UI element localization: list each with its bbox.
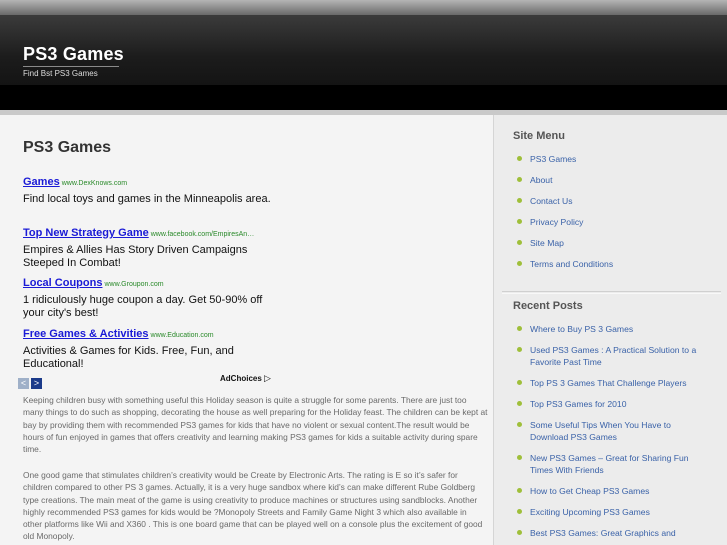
bullet-icon [517,240,522,245]
bullet-icon [517,380,522,385]
bullet-icon [517,530,522,535]
ad-url[interactable]: www.DexKnows.com [62,180,127,187]
article-paragraph: One good game that stimulates children’s… [23,470,483,542]
sidebar-divider-highlight [502,293,721,294]
bullet-icon [517,177,522,182]
title-underline [23,66,119,67]
bullet-icon [517,326,522,331]
ad-title-link[interactable]: Games [23,176,60,188]
adchoices-icon: ▷ [264,373,271,383]
bullet-icon [517,509,522,514]
ad-title-link[interactable]: Free Games & Activities [23,328,149,340]
site-header: PS3 Games Find Bst PS3 Games [0,0,727,110]
recent-post-link[interactable]: Used PS3 Games : A Practical Solution to… [517,344,710,368]
header-black-stripe [0,85,727,110]
bullet-icon [517,219,522,224]
recent-posts-list: Where to Buy PS 3 Games Used PS3 Games :… [517,323,710,539]
bullet-icon [517,261,522,266]
bullet-icon [517,347,522,352]
ad-title-link[interactable]: Local Coupons [23,277,102,289]
ad-prev-button[interactable]: < [18,378,29,389]
recent-post-link[interactable]: Top PS3 Games for 2010 [517,398,710,410]
recent-post-link[interactable]: New PS3 Games – Great for Sharing Fun Ti… [517,452,710,476]
site-menu-item[interactable]: Contact Us [517,195,710,207]
adchoices-link[interactable]: AdChoices ▷ [220,373,271,384]
bullet-icon [517,455,522,460]
bullet-icon [517,198,522,203]
ad-description: Empires & Allies Has Story Driven Campai… [23,244,248,269]
site-title[interactable]: PS3 Games [23,44,124,65]
bullet-icon [517,156,522,161]
site-menu-item[interactable]: Site Map [517,237,710,249]
ad-unit: Top New Strategy Game www.facebook.com/Em… [23,223,283,270]
ad-url[interactable]: www.Groupon.com [104,281,163,288]
main-content: PS3 Games Games www.DexKnows.com Find loc… [0,115,494,545]
site-menu-list: PS3 Games About Contact Us Privacy Polic… [517,153,710,270]
ad-navigation: < > [18,373,44,391]
ad-url[interactable]: www.facebook.com/EmpiresAn… [151,231,254,238]
bullet-icon [517,488,522,493]
site-menu-item[interactable]: Privacy Policy [517,216,710,228]
ad-unit: Local Coupons www.Groupon.com 1 ridiculou… [23,273,283,320]
article-paragraph: Keeping children busy with something use… [23,395,488,455]
recent-post-link[interactable]: Exciting Upcoming PS3 Games [517,506,710,518]
recent-post-link[interactable]: Best PS3 Games: Great Graphics and [517,527,710,539]
site-tagline: Find Bst PS3 Games [23,69,98,78]
site-menu-item[interactable]: PS3 Games [517,153,710,165]
ad-unit: Free Games & Activities www.Education.com… [23,324,283,371]
recent-post-link[interactable]: Some Useful Tips When You Have to Downlo… [517,419,710,443]
bullet-icon [517,422,522,427]
ad-description: Activities & Games for Kids. Free, Fun, … [23,345,234,370]
ad-next-button[interactable]: > [31,378,42,389]
ad-url[interactable]: www.Education.com [151,332,214,339]
site-menu-item[interactable]: Terms and Conditions [517,258,710,270]
recent-post-link[interactable]: How to Get Cheap PS3 Games [517,485,710,497]
adchoices-label: AdChoices [220,374,262,383]
site-menu-item[interactable]: About [517,174,710,186]
ad-title-link[interactable]: Top New Strategy Game [23,227,149,239]
recent-post-link[interactable]: Where to Buy PS 3 Games [517,323,710,335]
ad-unit: Games www.DexKnows.com Find local toys an… [23,172,283,206]
ad-description: 1 ridiculously huge coupon a day. Get 50… [23,294,263,319]
recent-post-link[interactable]: Top PS 3 Games That Challenge Players [517,377,710,389]
recent-posts-heading: Recent Posts [513,300,583,312]
sidebar-divider [502,291,721,292]
page-title: PS3 Games [23,139,112,156]
header-top-gloss [0,0,727,15]
bullet-icon [517,401,522,406]
sidebar: Site Menu PS3 Games About Contact Us Pri… [494,115,727,545]
site-menu-heading: Site Menu [513,130,565,142]
ad-description: Find local toys and games in the Minneap… [23,193,271,205]
